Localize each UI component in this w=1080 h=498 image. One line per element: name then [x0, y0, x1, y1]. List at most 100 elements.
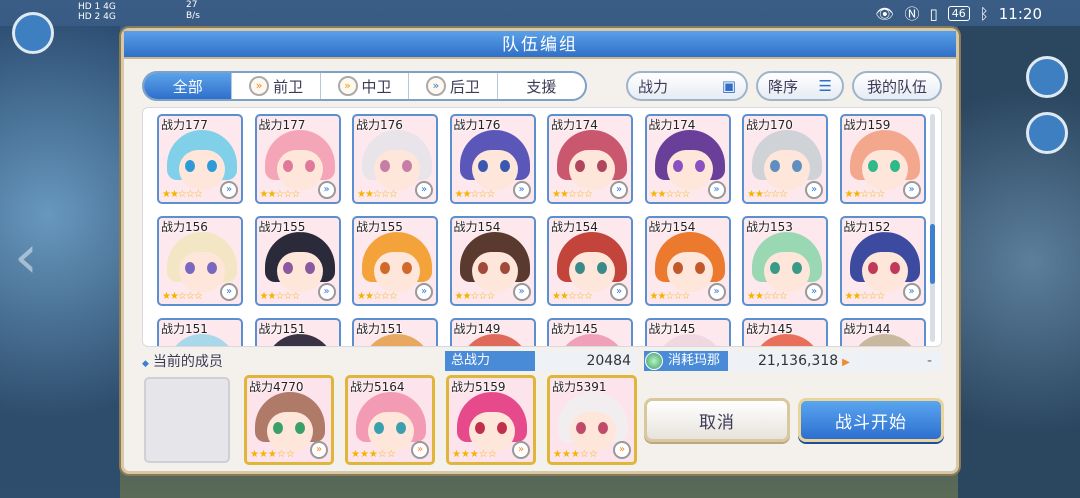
- star-rating: ★★☆☆☆: [357, 189, 398, 200]
- portrait-eye: [792, 160, 802, 172]
- portrait-eye: [402, 160, 412, 172]
- start-battle-button[interactable]: 战斗开始: [798, 398, 944, 442]
- character-power: 战力170: [746, 118, 793, 132]
- character-card[interactable]: 战力159 ★★☆☆☆ »: [839, 114, 926, 204]
- tab-support[interactable]: 支援: [498, 73, 585, 99]
- role-badge-icon: »: [317, 181, 336, 199]
- character-card[interactable]: 战力153 ★★☆☆☆ »: [742, 216, 828, 306]
- character-card[interactable]: 战力176 ★★☆☆☆ »: [352, 114, 438, 204]
- nfc-icon: Ⓝ: [904, 5, 920, 23]
- portrait-eye: [694, 160, 705, 172]
- character-card[interactable]: 战力151★★☆☆☆»: [157, 318, 243, 346]
- portrait-eye: [867, 160, 878, 172]
- character-card[interactable]: 战力170 ★★☆☆☆ »: [742, 114, 828, 204]
- dialog-title: 队伍编组: [124, 31, 956, 59]
- member-card[interactable]: 战力4770 ★★★☆☆ »: [244, 375, 334, 465]
- character-card[interactable]: 战力155 ★★☆☆☆ »: [254, 216, 341, 306]
- role-badge-icon: »: [902, 283, 921, 301]
- tab-midguard[interactable]: » 中卫: [321, 73, 410, 99]
- character-power: 战力145: [746, 322, 793, 336]
- network-indicator: HD 1 4G HD 2 4G: [78, 2, 116, 22]
- portrait-eye: [185, 160, 195, 172]
- role-badge-icon: »: [613, 441, 631, 459]
- portrait-eye: [576, 422, 586, 434]
- arrow-right-icon: ▶: [842, 357, 850, 368]
- character-card[interactable]: 战力177 ★★☆☆☆ »: [254, 114, 341, 204]
- character-power: 战力154: [551, 220, 598, 234]
- character-card[interactable]: 战力154 ★★☆☆☆ »: [449, 216, 536, 306]
- character-card[interactable]: 战力149★★☆☆☆»: [449, 318, 536, 346]
- character-power: 战力156: [161, 220, 208, 234]
- my-team-button[interactable]: 我的队伍: [852, 71, 942, 101]
- character-card[interactable]: 战力176 ★★☆☆☆ »: [449, 114, 536, 204]
- star-rating: ★★☆☆☆: [844, 291, 886, 302]
- background-back-arrow-icon: ‹: [14, 222, 38, 292]
- tab-all[interactable]: 全部: [144, 73, 233, 99]
- character-card[interactable]: 战力174 ★★☆☆☆ »: [547, 114, 633, 204]
- sort-field-button[interactable]: 战力 ▣: [626, 71, 748, 101]
- portrait-eye: [207, 262, 217, 274]
- star-rating: ★★☆☆☆: [844, 189, 886, 200]
- portrait-eye: [380, 160, 390, 172]
- member-card[interactable]: 战力5164 ★★★☆☆ »: [345, 375, 435, 465]
- character-card[interactable]: 战力156 ★★☆☆☆ »: [157, 216, 243, 306]
- team-formation-dialog: 队伍编组 全部 » 前卫 » 中卫 » 后卫 支援 战力 ▣ 降序 ☰ 我的队伍 战力17…: [121, 28, 959, 474]
- portrait-eye: [282, 160, 293, 172]
- eye-icon: 👁: [875, 4, 895, 23]
- character-power: 战力151: [356, 322, 403, 336]
- star-rating: ★★☆☆☆: [649, 189, 691, 200]
- character-card[interactable]: 战力155 ★★☆☆☆ »: [352, 216, 438, 306]
- vibrate-icon: ▯: [929, 4, 938, 23]
- role-badge-icon: »: [512, 441, 530, 459]
- character-card[interactable]: 战力144★★☆☆☆»: [839, 318, 926, 346]
- character-card[interactable]: 战力154 ★★☆☆☆ »: [547, 216, 633, 306]
- empty-member-slot[interactable]: [144, 377, 230, 463]
- vanguard-icon: »: [249, 76, 270, 96]
- member-power: 战力4770: [249, 380, 304, 394]
- star-rating: ★★★☆☆: [452, 449, 497, 460]
- character-power: 战力177: [258, 118, 306, 132]
- portrait-eye: [282, 262, 293, 274]
- star-rating: ★★☆☆☆: [552, 291, 593, 302]
- character-card[interactable]: 战力154 ★★☆☆☆ »: [644, 216, 731, 306]
- role-badge-icon: »: [415, 181, 433, 199]
- character-card[interactable]: 战力152 ★★☆☆☆ »: [839, 216, 926, 306]
- star-rating: ★★★☆☆: [553, 449, 598, 460]
- character-power: 战力159: [843, 118, 891, 132]
- role-badge-icon: »: [707, 283, 726, 301]
- character-card[interactable]: 战力177 ★★☆☆☆ »: [157, 114, 243, 204]
- character-power: 战力155: [258, 220, 306, 234]
- character-power: 战力155: [356, 220, 403, 234]
- cancel-button[interactable]: 取消: [644, 398, 790, 442]
- star-rating: ★★☆☆☆: [259, 189, 301, 200]
- role-badge-icon: »: [310, 441, 328, 459]
- star-rating: ★★☆☆☆: [357, 291, 398, 302]
- star-rating: ★★☆☆☆: [162, 291, 203, 302]
- portrait-eye: [598, 422, 608, 434]
- tab-vanguard[interactable]: » 前卫: [232, 73, 321, 99]
- member-card[interactable]: 战力5159 ★★★☆☆ »: [446, 375, 536, 465]
- portrait-eye: [597, 160, 607, 172]
- character-card[interactable]: 战力145★★☆☆☆»: [644, 318, 731, 346]
- roster-scrollbar[interactable]: [930, 114, 935, 342]
- role-badge-icon: »: [220, 283, 238, 301]
- midguard-icon: »: [337, 76, 358, 96]
- character-card[interactable]: 战力174 ★★☆☆☆ »: [644, 114, 731, 204]
- portrait-eye: [396, 422, 406, 434]
- star-rating: ★★☆☆☆: [747, 189, 788, 200]
- character-card[interactable]: 战力145★★☆☆☆»: [547, 318, 633, 346]
- bluetooth-icon: ᛒ: [979, 4, 989, 23]
- tab-rearguard[interactable]: » 后卫: [409, 73, 498, 99]
- character-card[interactable]: 战力151★★☆☆☆»: [352, 318, 438, 346]
- character-card[interactable]: 战力151★★☆☆☆»: [254, 318, 341, 346]
- portrait-eye: [185, 262, 195, 274]
- character-power: 战力154: [648, 220, 696, 234]
- portrait-eye: [770, 160, 780, 172]
- portrait-eye: [889, 262, 900, 274]
- character-card[interactable]: 战力145★★☆☆☆»: [742, 318, 828, 346]
- sort-order-button[interactable]: 降序 ☰: [756, 71, 844, 101]
- sort-order-icon: ☰: [818, 77, 832, 95]
- role-filter-tabs: 全部 » 前卫 » 中卫 » 后卫 支援: [142, 71, 587, 101]
- member-card[interactable]: 战力5391 ★★★☆☆ »: [547, 375, 637, 465]
- star-rating: ★★★☆☆: [351, 449, 396, 460]
